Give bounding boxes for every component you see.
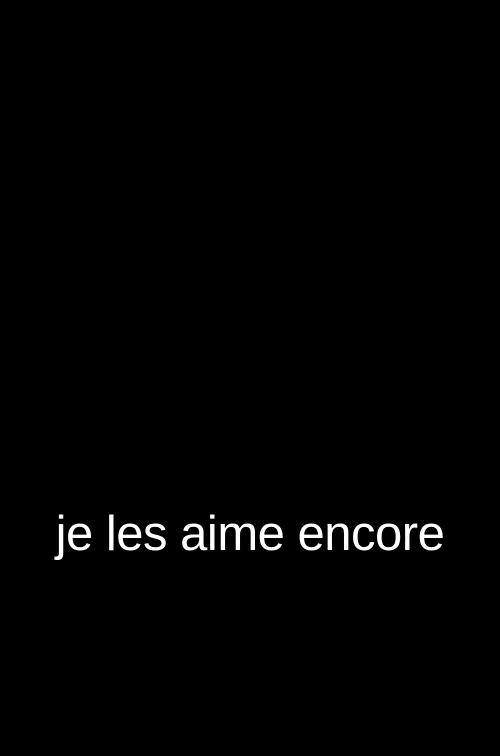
video-frame: je les aime encore (0, 0, 500, 756)
subtitle-caption: je les aime encore (55, 507, 445, 561)
